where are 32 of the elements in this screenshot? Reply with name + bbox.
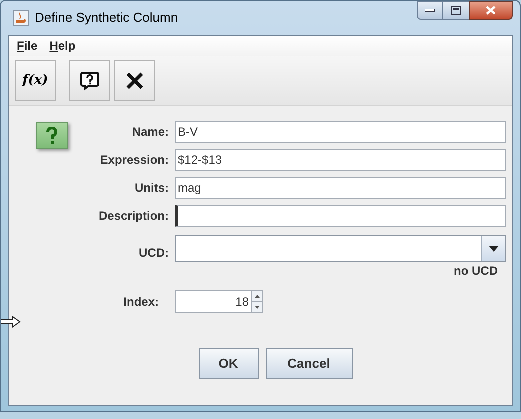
menu-item[interactable]: File [17,37,38,55]
field-label: Name: [132,124,169,141]
window-title: Define Synthetic Column [35,9,178,28]
field-label: Expression: [100,152,169,169]
ok-button[interactable]: OK [198,348,258,379]
text-field[interactable]: $12-$13 [175,149,506,171]
close-icon [126,72,144,90]
close-button[interactable] [469,1,513,20]
minimize-button[interactable] [417,1,443,20]
help-button[interactable] [69,60,110,101]
maximize-button[interactable] [443,1,469,20]
field-label: Index: [124,294,160,310]
field-label: Description: [98,208,169,225]
close-icon [486,6,496,15]
ucd-status: no UCD [453,263,499,280]
field-label: Units: [135,180,169,197]
minimize-icon [425,8,435,12]
function-button[interactable]: f(x) [15,60,56,101]
text-field[interactable]: mag [175,177,506,199]
maximize-icon [451,6,461,15]
java-cup-icon [13,10,29,26]
help-bubble-icon [80,70,100,90]
field-label: UCD: [139,245,169,262]
text-field[interactable]: B-V [175,121,506,143]
help-icon[interactable] [36,122,68,149]
menu-item[interactable]: Help [50,37,76,55]
index-spinner[interactable]: 18 [175,290,263,313]
spin-up-icon[interactable] [252,291,262,302]
spin-down-icon[interactable] [252,302,262,312]
cancel-button[interactable]: Cancel [266,348,352,379]
close-button[interactable] [114,60,155,101]
text-field[interactable] [175,205,506,227]
